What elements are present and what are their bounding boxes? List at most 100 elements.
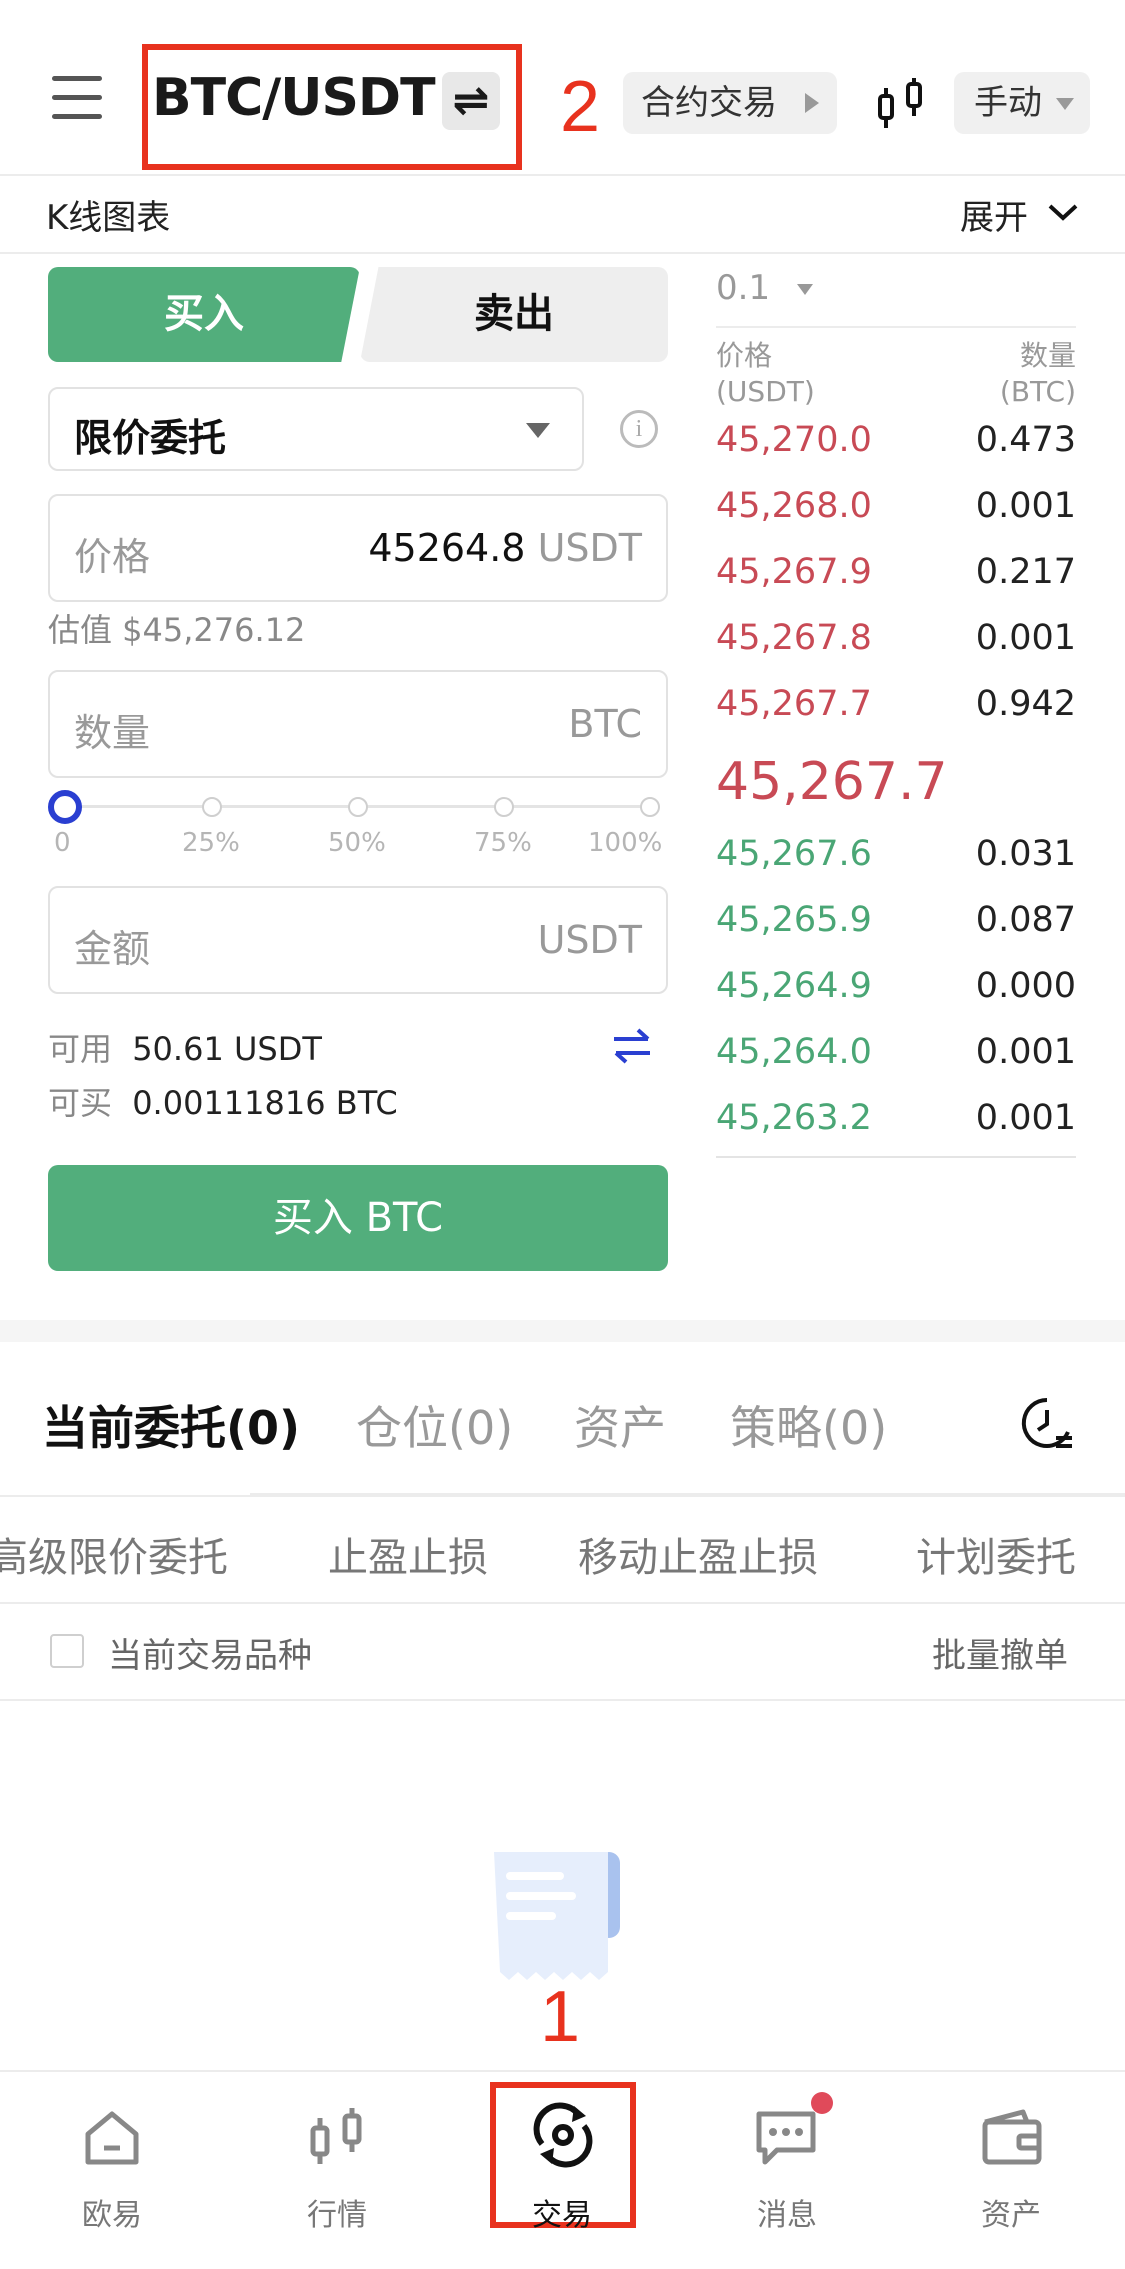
annotation-number-1: 1 [540, 1977, 581, 2057]
bottom-nav: 欧易 行情 交易 消息 资产 [0, 2070, 1125, 2269]
empty-orders-icon [490, 1848, 634, 1988]
bid-qty: 0.001 [975, 1098, 1076, 1138]
swap-pair-icon[interactable]: ⇌ [442, 72, 500, 130]
contract-trade-button[interactable]: 合约交易 [623, 72, 837, 134]
mode-dropdown[interactable]: 手动 [954, 72, 1090, 134]
price-estimate: 估值 $45,276.12 [48, 611, 306, 649]
orders-tab-bar: 当前委托(0) 仓位(0) 资产 策略(0) [0, 1350, 1125, 1497]
ask-price: 45,267.9 [716, 552, 872, 592]
amount-field[interactable]: 金额 USDT [48, 886, 668, 994]
current-symbol-checkbox[interactable] [50, 1634, 84, 1668]
price-label: 价格 [74, 535, 151, 579]
price-header-unit: (USDT) [716, 375, 815, 408]
message-icon [753, 2106, 819, 2172]
ask-row[interactable]: 45,268.0 0.001 [716, 486, 1076, 546]
bid-row[interactable]: 45,264.9 0.000 [716, 966, 1076, 1026]
quantity-unit: BTC [568, 702, 642, 746]
price-field[interactable]: 价格 45264.8 USDT [48, 494, 668, 602]
expand-label[interactable]: 展开 [960, 190, 1028, 239]
orderbook-divider-top [716, 326, 1076, 328]
ask-qty: 0.473 [975, 420, 1076, 460]
slider-label-0: 0 [54, 828, 71, 858]
price-value[interactable]: 45264.8 [368, 526, 525, 570]
nav-label-assets: 资产 [981, 2198, 1041, 2233]
bid-row[interactable]: 45,264.0 0.001 [716, 1032, 1076, 1092]
bid-price: 45,265.9 [716, 900, 872, 940]
chevron-down-icon[interactable] [1046, 200, 1080, 228]
slider-stop-100[interactable] [640, 797, 660, 817]
price-unit: USDT [537, 526, 642, 570]
chevron-down-icon [526, 423, 550, 438]
transfer-icon[interactable] [612, 1028, 652, 1068]
contract-trade-label: 合约交易 [641, 83, 777, 123]
available-row: 可用 50.61 USDT [48, 1024, 322, 1070]
buyable-value: 0.00111816 BTC [132, 1084, 398, 1122]
orders-tab-divider [250, 1493, 1125, 1495]
ask-price: 45,270.0 [716, 420, 872, 460]
ask-qty: 0.001 [975, 618, 1076, 658]
slider-stop-75[interactable] [494, 797, 514, 817]
price-value-group: 45264.8 USDT [368, 526, 642, 570]
ask-qty: 0.001 [975, 486, 1076, 526]
candlestick-chart-icon[interactable] [874, 76, 930, 132]
orderbook-divider-bottom [716, 1156, 1076, 1158]
buyable-label: 可买 [48, 1084, 113, 1122]
history-clock-icon[interactable] [1020, 1396, 1074, 1454]
bid-price: 45,263.2 [716, 1098, 872, 1138]
subtab-plan-order[interactable]: 计划委托 [916, 1525, 1076, 1583]
menu-icon[interactable] [52, 76, 102, 124]
info-icon[interactable]: i [620, 410, 658, 448]
depth-select[interactable]: 0.1 [716, 268, 813, 308]
home-icon [82, 2108, 142, 2172]
slider-label-50: 50% [328, 828, 386, 858]
trade-icon [530, 2102, 596, 2172]
nav-label-home: 欧易 [82, 2198, 142, 2233]
trading-pair-title[interactable]: BTC/USDT [152, 68, 436, 128]
ask-row[interactable]: 45,270.0 0.473 [716, 420, 1076, 480]
unread-dot [811, 2092, 833, 2114]
last-price[interactable]: 45,267.7 [716, 752, 948, 812]
slider-handle[interactable] [48, 790, 82, 824]
buy-tab[interactable]: 买入 [48, 267, 360, 362]
bid-row[interactable]: 45,263.2 0.001 [716, 1098, 1076, 1158]
bid-price: 45,264.0 [716, 1032, 872, 1072]
bid-qty: 0.031 [975, 834, 1076, 874]
ask-row[interactable]: 45,267.9 0.217 [716, 552, 1076, 612]
slider-label-75: 75% [474, 828, 532, 858]
available-value: 50.61 USDT [132, 1030, 322, 1068]
buy-btc-button[interactable]: 买入 BTC [48, 1165, 668, 1271]
tab-strategy[interactable]: 策略(0) [730, 1392, 887, 1458]
kline-bar[interactable]: K线图表 展开 [0, 176, 1125, 254]
available-label: 可用 [48, 1030, 113, 1068]
ask-row[interactable]: 45,267.8 0.001 [716, 618, 1076, 678]
chevron-down-icon [1056, 98, 1074, 110]
bid-qty: 0.000 [975, 966, 1076, 1006]
sell-tab[interactable]: 卖出 [360, 267, 668, 362]
order-type-select[interactable]: 限价委托 [48, 387, 584, 471]
slider-label-25: 25% [182, 828, 240, 858]
annotation-number-2: 2 [560, 67, 601, 147]
batch-cancel-button[interactable]: 批量撤单 [932, 1628, 1068, 1677]
subtab-trailing-tp-sl[interactable]: 移动止盈止损 [578, 1525, 818, 1583]
bid-price: 45,264.9 [716, 966, 872, 1006]
nav-label-trade: 交易 [532, 2198, 592, 2233]
wallet-icon [979, 2108, 1045, 2172]
subtab-tp-sl[interactable]: 止盈止损 [328, 1525, 488, 1583]
tab-current-orders[interactable]: 当前委托(0) [42, 1392, 300, 1458]
ask-row[interactable]: 45,267.7 0.942 [716, 684, 1076, 744]
bid-row[interactable]: 45,267.6 0.031 [716, 834, 1076, 894]
kline-label: K线图表 [46, 198, 171, 238]
chevron-down-icon [796, 284, 813, 295]
bid-row[interactable]: 45,265.9 0.087 [716, 900, 1076, 960]
nav-label-market: 行情 [307, 2198, 367, 2233]
tab-positions[interactable]: 仓位(0) [356, 1392, 513, 1458]
ask-qty: 0.217 [975, 552, 1076, 592]
orderbook-qty-header: 数量 (BTC) [976, 338, 1076, 410]
subtab-advanced-limit[interactable]: 高级限价委托 [0, 1525, 228, 1583]
tab-assets[interactable]: 资产 [574, 1392, 666, 1458]
current-symbol-label[interactable]: 当前交易品种 [108, 1628, 312, 1677]
slider-stop-25[interactable] [202, 797, 222, 817]
quantity-field[interactable]: 数量 BTC [48, 670, 668, 778]
slider-stop-50[interactable] [348, 797, 368, 817]
price-header-label: 价格 [716, 339, 773, 372]
